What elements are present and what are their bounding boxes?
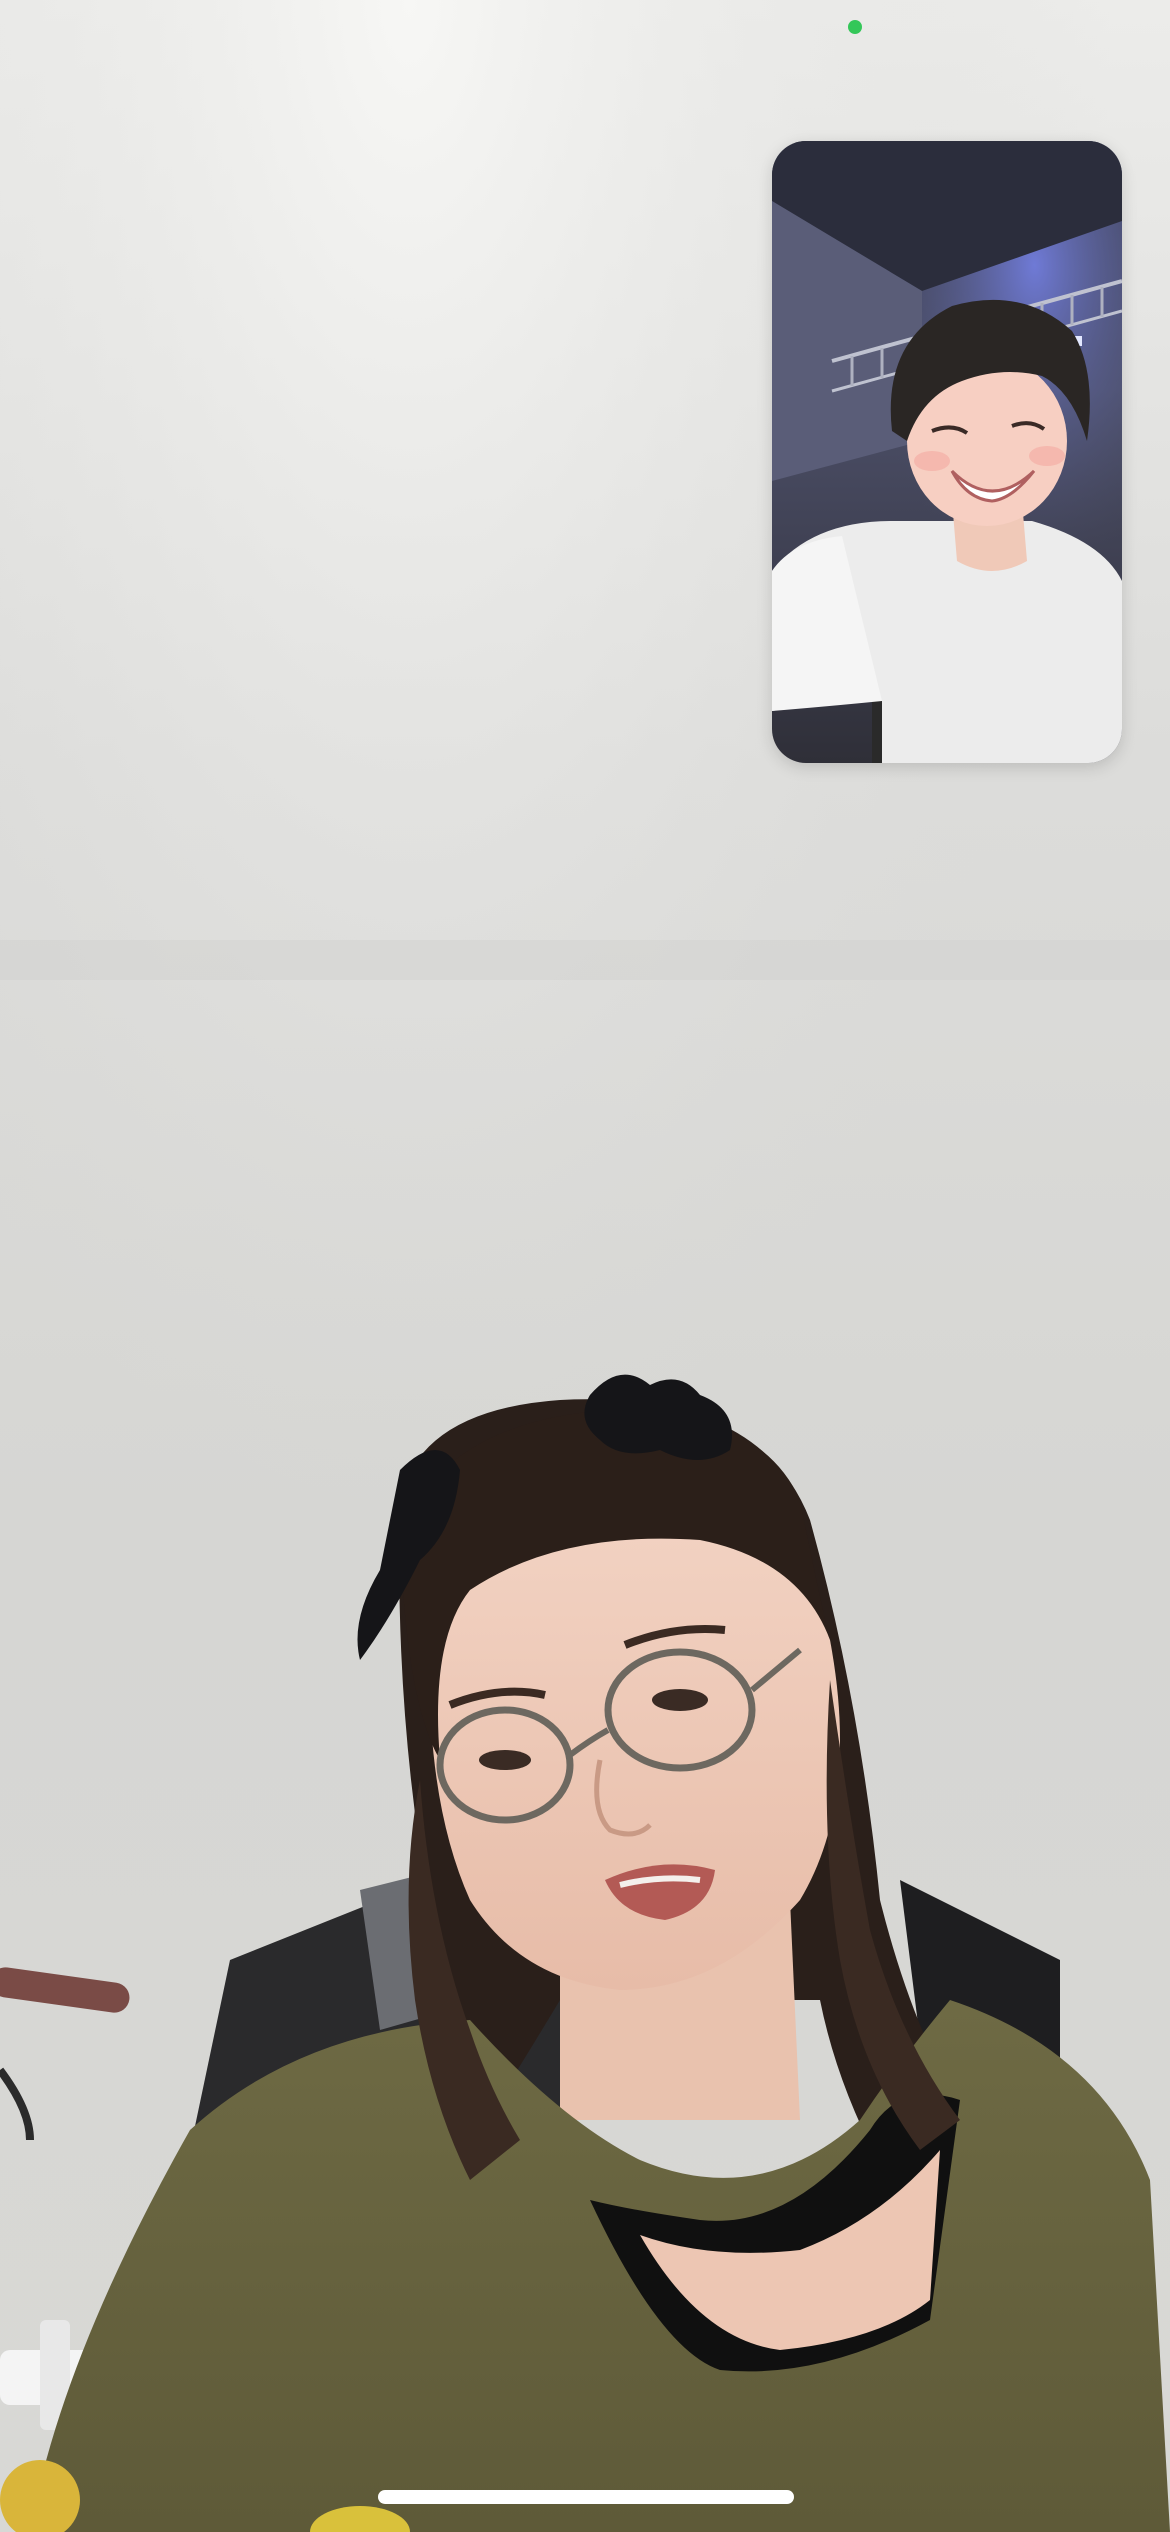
home-indicator[interactable]: [378, 2490, 794, 2504]
self-view-preview[interactable]: [772, 141, 1122, 763]
camera-active-indicator: [848, 20, 862, 34]
video-call-screen[interactable]: [0, 0, 1170, 2532]
